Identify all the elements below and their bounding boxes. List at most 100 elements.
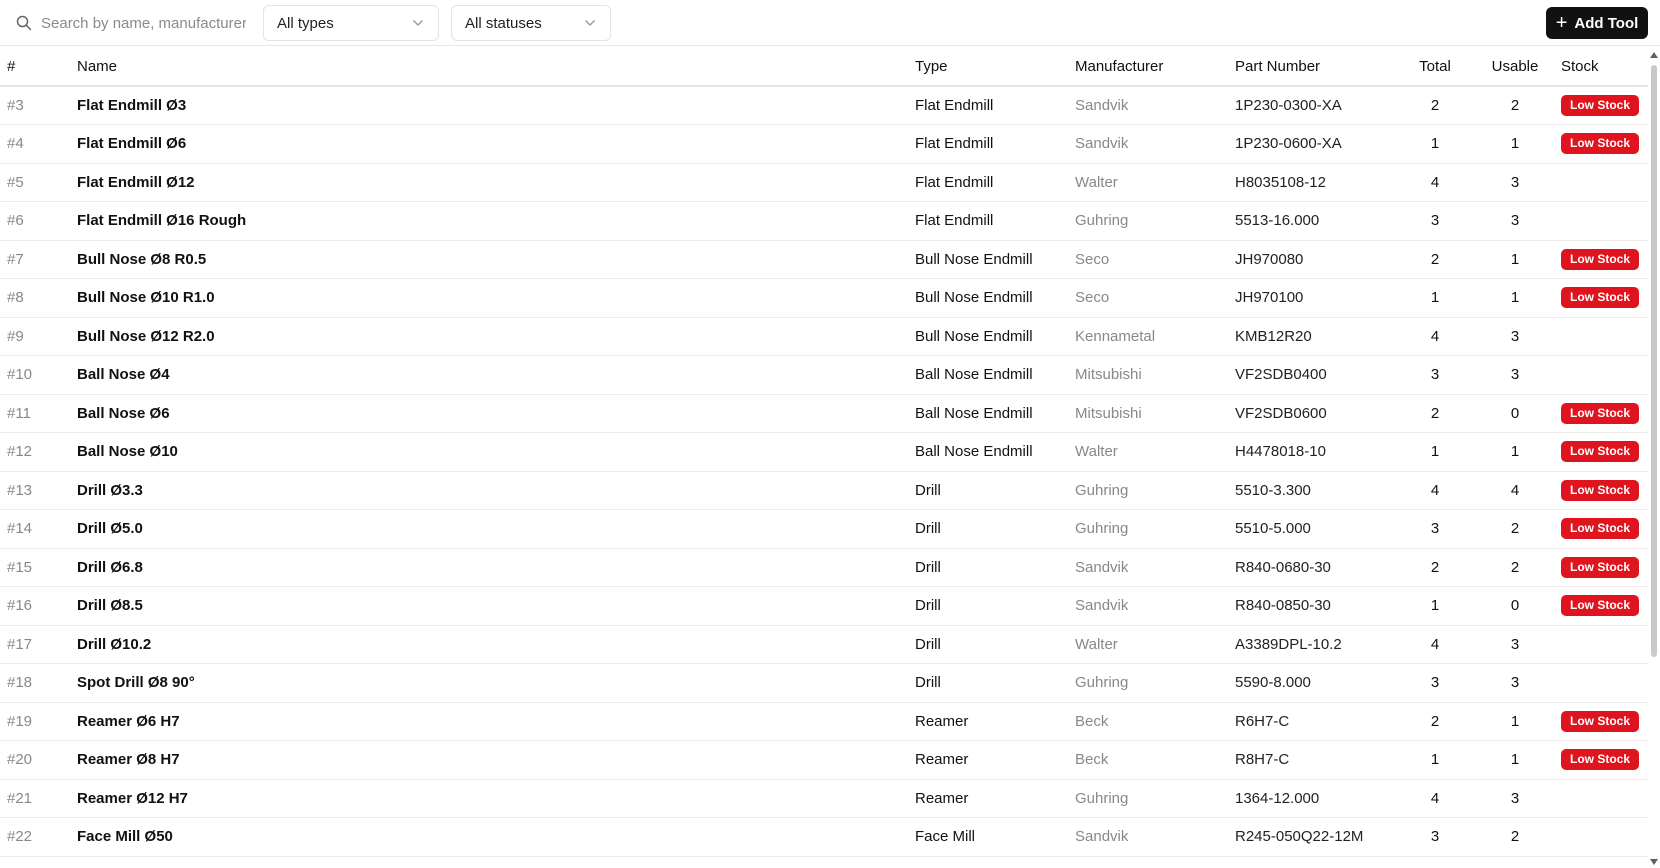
row-stock: Low Stock bbox=[1555, 702, 1648, 741]
row-type: Flat Endmill bbox=[915, 201, 1075, 241]
table-row[interactable]: #8 Bull Nose Ø10 R1.0 Bull Nose Endmill Sec… bbox=[0, 278, 1648, 318]
row-id: #10 bbox=[0, 355, 70, 395]
row-id: #17 bbox=[0, 625, 70, 664]
row-name: Reamer Ø12 H7 bbox=[70, 779, 915, 818]
row-total: 2 bbox=[1395, 240, 1475, 279]
row-total: 3 bbox=[1395, 663, 1475, 703]
column-header-id[interactable]: # bbox=[0, 47, 70, 87]
row-stock: Low Stock bbox=[1555, 548, 1648, 587]
row-manufacturer: Sandvik bbox=[1075, 86, 1235, 125]
row-stock bbox=[1555, 625, 1648, 664]
row-usable: 3 bbox=[1475, 317, 1555, 356]
type-filter-select[interactable]: All types bbox=[263, 5, 439, 41]
row-stock bbox=[1555, 163, 1648, 202]
column-header-part-number[interactable]: Part Number bbox=[1235, 47, 1395, 87]
row-total: 2 bbox=[1395, 548, 1475, 587]
row-id: #11 bbox=[0, 394, 70, 433]
row-type: Face Mill bbox=[915, 817, 1075, 857]
search-input[interactable] bbox=[41, 14, 246, 32]
row-type: Bull Nose Endmill bbox=[915, 278, 1075, 318]
table-row[interactable]: #19 Reamer Ø6 H7 Reamer Beck R6H7-C 2 1 Low Sto… bbox=[0, 702, 1648, 741]
row-total: 2 bbox=[1395, 86, 1475, 125]
table-row[interactable]: #7 Bull Nose Ø8 R0.5 Bull Nose Endmill Seco… bbox=[0, 240, 1648, 279]
row-id: #19 bbox=[0, 702, 70, 741]
table-body: #3 Flat Endmill Ø3 Flat Endmill Sandvik 1P23… bbox=[0, 86, 1648, 857]
table-row[interactable]: #20 Reamer Ø8 H7 Reamer Beck R8H7-C 1 1 Low Sto… bbox=[0, 740, 1648, 780]
column-header-usable[interactable]: Usable bbox=[1475, 47, 1555, 87]
row-name: Flat Endmill Ø3 bbox=[70, 86, 915, 125]
table-row[interactable]: #22 Face Mill Ø50 Face Mill Sandvik R245-050… bbox=[0, 817, 1648, 857]
search-box[interactable] bbox=[0, 6, 250, 40]
row-usable: 3 bbox=[1475, 779, 1555, 818]
status-filter-select[interactable]: All statuses bbox=[451, 5, 611, 41]
low-stock-badge: Low Stock bbox=[1561, 133, 1640, 154]
column-header-stock[interactable]: Stock bbox=[1555, 47, 1648, 87]
row-part-number: JH970080 bbox=[1235, 240, 1395, 279]
table-row[interactable]: #13 Drill Ø3.3 Drill Guhring 5510-3.300 4 4 Low… bbox=[0, 471, 1648, 510]
row-id: #4 bbox=[0, 124, 70, 164]
row-manufacturer: Mitsubishi bbox=[1075, 394, 1235, 433]
row-total: 3 bbox=[1395, 355, 1475, 395]
row-usable: 4 bbox=[1475, 471, 1555, 510]
row-part-number: 5510-5.000 bbox=[1235, 509, 1395, 549]
row-manufacturer: Guhring bbox=[1075, 779, 1235, 818]
column-header-name[interactable]: Name bbox=[70, 47, 915, 87]
low-stock-badge: Low Stock bbox=[1561, 287, 1640, 308]
row-stock: Low Stock bbox=[1555, 394, 1648, 433]
table-row[interactable]: #5 Flat Endmill Ø12 Flat Endmill Walter H803… bbox=[0, 163, 1648, 202]
row-name: Flat Endmill Ø12 bbox=[70, 163, 915, 202]
row-name: Drill Ø5.0 bbox=[70, 509, 915, 549]
toolbar: All types All statuses + Add Tool bbox=[0, 0, 1660, 46]
row-part-number: 1P230-0300-XA bbox=[1235, 86, 1395, 125]
row-id: #18 bbox=[0, 663, 70, 703]
row-name: Drill Ø8.5 bbox=[70, 586, 915, 626]
table-row[interactable]: #11 Ball Nose Ø6 Ball Nose Endmill Mitsubis… bbox=[0, 394, 1648, 433]
row-usable: 1 bbox=[1475, 702, 1555, 741]
row-type: Flat Endmill bbox=[915, 163, 1075, 202]
row-stock bbox=[1555, 317, 1648, 356]
row-id: #3 bbox=[0, 86, 70, 125]
table-row[interactable]: #12 Ball Nose Ø10 Ball Nose Endmill Walter H… bbox=[0, 432, 1648, 472]
table-row[interactable]: #10 Ball Nose Ø4 Ball Nose Endmill Mitsubis… bbox=[0, 355, 1648, 395]
table-row[interactable]: #17 Drill Ø10.2 Drill Walter A3389DPL-10.2 4 3 bbox=[0, 625, 1648, 664]
row-type: Drill bbox=[915, 471, 1075, 510]
scroll-down-arrow[interactable] bbox=[1650, 859, 1658, 865]
chevron-down-icon bbox=[413, 20, 423, 26]
table-row[interactable]: #14 Drill Ø5.0 Drill Guhring 5510-5.000 3 2 Low… bbox=[0, 509, 1648, 549]
row-part-number: H8035108-12 bbox=[1235, 163, 1395, 202]
row-part-number: R840-0850-30 bbox=[1235, 586, 1395, 626]
table-row[interactable]: #16 Drill Ø8.5 Drill Sandvik R840-0850-30 1 0 L… bbox=[0, 586, 1648, 626]
row-manufacturer: Kennametal bbox=[1075, 317, 1235, 356]
status-filter-value: All statuses bbox=[465, 14, 542, 32]
table-row[interactable]: #15 Drill Ø6.8 Drill Sandvik R840-0680-30 2 2 L… bbox=[0, 548, 1648, 587]
row-id: #9 bbox=[0, 317, 70, 356]
row-usable: 3 bbox=[1475, 163, 1555, 202]
row-id: #12 bbox=[0, 432, 70, 472]
row-id: #7 bbox=[0, 240, 70, 279]
column-header-total[interactable]: Total bbox=[1395, 47, 1475, 87]
row-name: Bull Nose Ø12 R2.0 bbox=[70, 317, 915, 356]
scroll-up-arrow[interactable] bbox=[1650, 52, 1658, 58]
row-name: Drill Ø10.2 bbox=[70, 625, 915, 664]
row-stock: Low Stock bbox=[1555, 586, 1648, 626]
table-row[interactable]: #6 Flat Endmill Ø16 Rough Flat Endmill Guhr… bbox=[0, 201, 1648, 241]
column-header-manufacturer[interactable]: Manufacturer bbox=[1075, 47, 1235, 87]
add-tool-button[interactable]: + Add Tool bbox=[1546, 7, 1648, 39]
plus-icon: + bbox=[1555, 12, 1568, 34]
table-row[interactable]: #21 Reamer Ø12 H7 Reamer Guhring 1364-12.000… bbox=[0, 779, 1648, 818]
row-id: #13 bbox=[0, 471, 70, 510]
row-id: #8 bbox=[0, 278, 70, 318]
row-type: Ball Nose Endmill bbox=[915, 394, 1075, 433]
vertical-scrollbar[interactable] bbox=[1648, 47, 1660, 868]
table-row[interactable]: #4 Flat Endmill Ø6 Flat Endmill Sandvik 1P23… bbox=[0, 124, 1648, 164]
table-row[interactable]: #9 Bull Nose Ø12 R2.0 Bull Nose Endmill Ken… bbox=[0, 317, 1648, 356]
row-part-number: 5590-8.000 bbox=[1235, 663, 1395, 703]
table-row[interactable]: #18 Spot Drill Ø8 90° Drill Guhring 5590-8.0… bbox=[0, 663, 1648, 703]
row-id: #20 bbox=[0, 740, 70, 780]
row-type: Reamer bbox=[915, 702, 1075, 741]
low-stock-badge: Low Stock bbox=[1561, 749, 1640, 770]
scrollbar-thumb[interactable] bbox=[1651, 65, 1657, 657]
column-header-type[interactable]: Type bbox=[915, 47, 1075, 87]
row-usable: 3 bbox=[1475, 201, 1555, 241]
table-row[interactable]: #3 Flat Endmill Ø3 Flat Endmill Sandvik 1P23… bbox=[0, 86, 1648, 125]
